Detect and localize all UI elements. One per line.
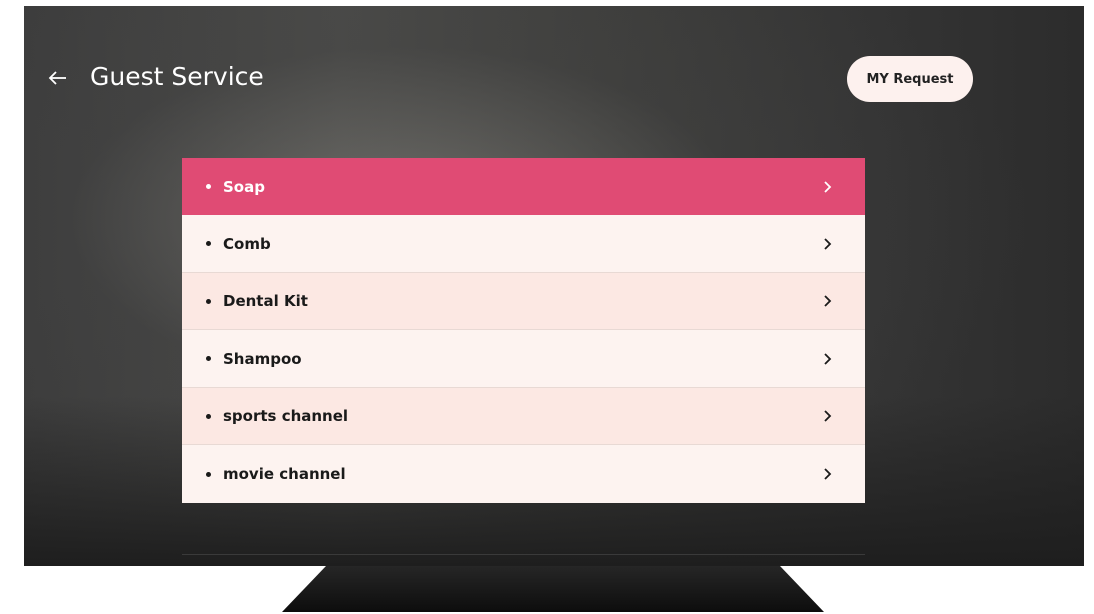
list-item-soap[interactable]: Soap <box>182 158 865 215</box>
bullet <box>206 241 211 246</box>
bullet <box>206 298 211 304</box>
chevron-right-icon <box>824 352 832 365</box>
bullet <box>206 184 211 189</box>
tv-screen: Guest Service MY Request Soap Comb Denta… <box>24 6 1084 566</box>
bullet <box>206 471 211 477</box>
list-item-sports-channel[interactable]: sports channel <box>182 388 865 445</box>
chevron-right-icon <box>824 237 832 250</box>
chevron-right-icon <box>824 468 832 480</box>
list-item-label: movie channel <box>223 465 346 483</box>
list-item-dental-kit[interactable]: Dental Kit <box>182 273 865 330</box>
bullet <box>206 356 211 361</box>
bullet <box>206 413 211 419</box>
page-title: Guest Service <box>90 62 264 91</box>
list-item-comb[interactable]: Comb <box>182 215 865 273</box>
my-request-button[interactable]: MY Request <box>847 56 973 102</box>
list-item-label: Comb <box>223 234 271 253</box>
back-button[interactable] <box>46 66 70 90</box>
arrow-left-icon <box>48 71 66 85</box>
chevron-right-icon <box>824 180 832 193</box>
list-item-label: Shampoo <box>223 349 302 368</box>
list-item-label: Soap <box>223 177 265 196</box>
list-item-label: Dental Kit <box>223 292 308 310</box>
divider <box>182 554 865 555</box>
list-item-shampoo[interactable]: Shampoo <box>182 330 865 388</box>
chevron-right-icon <box>824 410 832 422</box>
service-list: Soap Comb Dental Kit Shampoo sports chan… <box>182 158 865 503</box>
chevron-right-icon <box>824 295 832 307</box>
tv-stand <box>282 566 824 612</box>
list-item-label: sports channel <box>223 407 349 425</box>
list-item-movie-channel[interactable]: movie channel <box>182 445 865 503</box>
